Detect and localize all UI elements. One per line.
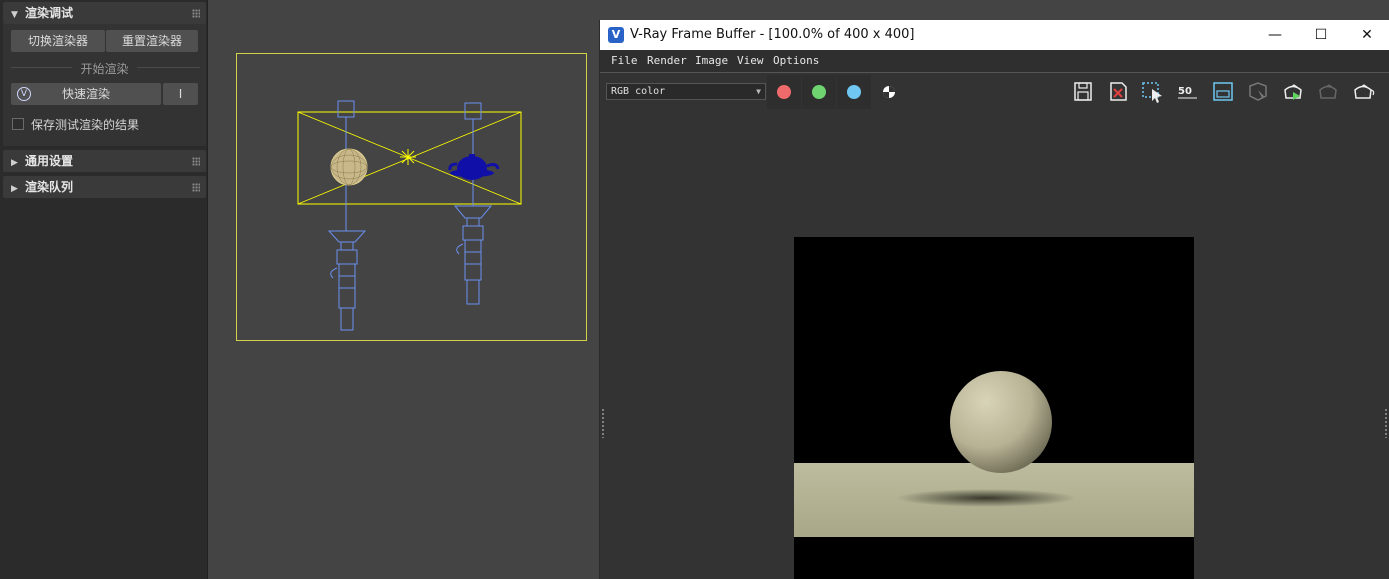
red-channel-button[interactable]	[767, 75, 801, 109]
alpha-icon	[883, 86, 895, 98]
start-render-label: 开始渲染	[3, 60, 206, 77]
vray-frame-buffer-window: V V-Ray Frame Buffer - [100.0% of 400 x …	[599, 20, 1389, 579]
sphere-shadow	[896, 489, 1076, 507]
spotlight-object	[453, 205, 493, 305]
save-results-label: 保存测试渲染的结果	[31, 118, 140, 132]
render-debug-panel: ▼ 渲染调试 切换渲染器 重置渲染器 开始渲染 V 快速渲染 I 保存测试渲染的结…	[0, 0, 208, 579]
clear-image-icon	[1110, 82, 1127, 101]
stop-render-icon	[1319, 84, 1337, 99]
menu-bar: File Render Image View Options	[600, 50, 1389, 73]
save-image-button[interactable]	[1070, 80, 1096, 104]
vray-logo-icon: V	[17, 87, 31, 101]
rendered-image	[794, 237, 1194, 579]
track-mouse-button[interactable]	[1245, 80, 1271, 104]
render-debug-rollout-header[interactable]: ▼ 渲染调试	[3, 2, 206, 24]
general-settings-rollout-header[interactable]: ▶ 通用设置	[3, 150, 206, 172]
green-dot-icon	[812, 85, 826, 99]
expand-triangle-icon: ▶	[11, 158, 18, 168]
maximize-button[interactable]: ☐	[1298, 20, 1344, 50]
resize-grip-icon[interactable]	[1384, 408, 1388, 438]
drag-grip-icon[interactable]	[192, 183, 200, 192]
drag-grip-icon[interactable]	[192, 9, 200, 18]
channel-select-value: RGB color	[611, 86, 666, 97]
menu-render[interactable]: Render	[647, 54, 687, 67]
light-target-icon	[337, 100, 355, 118]
render-debug-title: 渲染调试	[25, 6, 74, 20]
blue-channel-button[interactable]	[837, 75, 871, 109]
scene-wireframe[interactable]	[237, 54, 586, 340]
alpha-channel-button[interactable]	[872, 75, 906, 109]
frame-button[interactable]	[1210, 80, 1236, 104]
vray-logo-icon: V	[608, 27, 624, 43]
minimize-button[interactable]: —	[1252, 20, 1298, 50]
clear-image-button[interactable]	[1105, 80, 1131, 104]
drag-grip-icon[interactable]	[192, 157, 200, 166]
region-render-button[interactable]	[1140, 80, 1166, 104]
resize-grip-icon[interactable]	[601, 408, 605, 438]
window-title: V-Ray Frame Buffer - [100.0% of 400 x 40…	[630, 27, 915, 42]
channel-select[interactable]: RGB color ▼	[606, 83, 766, 100]
red-dot-icon	[777, 85, 791, 99]
save-icon	[1074, 82, 1092, 101]
switch-renderer-button[interactable]: 切换渲染器	[11, 30, 105, 52]
safe-frame	[236, 53, 587, 341]
quick-render-label: 快速渲染	[61, 87, 110, 101]
quick-render-options-button[interactable]: I	[163, 83, 198, 105]
svg-text:50: 50	[1178, 86, 1192, 97]
green-channel-button[interactable]	[802, 75, 836, 109]
close-button[interactable]: ✕	[1344, 20, 1389, 50]
render-teapot-icon	[1284, 84, 1302, 100]
render-debug-body: 切换渲染器 重置渲染器 开始渲染 V 快速渲染 I 保存测试渲染的结果	[3, 24, 206, 146]
frame-icon	[1213, 82, 1233, 101]
render-last-icon	[1354, 84, 1375, 99]
render-last-button[interactable]	[1350, 80, 1376, 104]
reset-renderer-button[interactable]: 重置渲染器	[106, 30, 198, 52]
render-queue-title: 渲染队列	[25, 180, 74, 194]
omni-light-icon	[400, 149, 416, 165]
zoom-50-icon: 50	[1178, 86, 1197, 99]
collapse-triangle-icon: ▼	[11, 10, 18, 20]
vfb-toolbar: RGB color ▼ 50	[600, 74, 1389, 110]
chevron-down-icon: ▼	[756, 87, 761, 96]
menu-image[interactable]: Image	[695, 54, 728, 67]
teapot-object	[448, 154, 500, 180]
general-settings-title: 通用设置	[25, 154, 74, 168]
rendered-sphere	[950, 371, 1052, 473]
zoom-50-button[interactable]: 50	[1175, 80, 1201, 104]
render-button[interactable]	[1280, 80, 1306, 104]
expand-triangle-icon: ▶	[11, 184, 18, 194]
menu-view[interactable]: View	[737, 54, 764, 67]
menu-file[interactable]: File	[611, 54, 638, 67]
sphere-object	[330, 148, 368, 186]
render-queue-rollout-header[interactable]: ▶ 渲染队列	[3, 176, 206, 198]
quick-render-button[interactable]: V 快速渲染	[11, 83, 161, 105]
stop-render-button[interactable]	[1315, 80, 1341, 104]
save-results-checkbox[interactable]	[12, 118, 24, 130]
menu-options[interactable]: Options	[773, 54, 819, 67]
spotlight-object	[327, 230, 367, 331]
blue-dot-icon	[847, 85, 861, 99]
render-canvas[interactable]	[600, 110, 1389, 579]
track-mouse-icon	[1249, 82, 1267, 101]
light-target-icon	[464, 102, 482, 120]
window-titlebar[interactable]: V V-Ray Frame Buffer - [100.0% of 400 x …	[600, 20, 1389, 50]
region-render-icon	[1142, 82, 1162, 103]
